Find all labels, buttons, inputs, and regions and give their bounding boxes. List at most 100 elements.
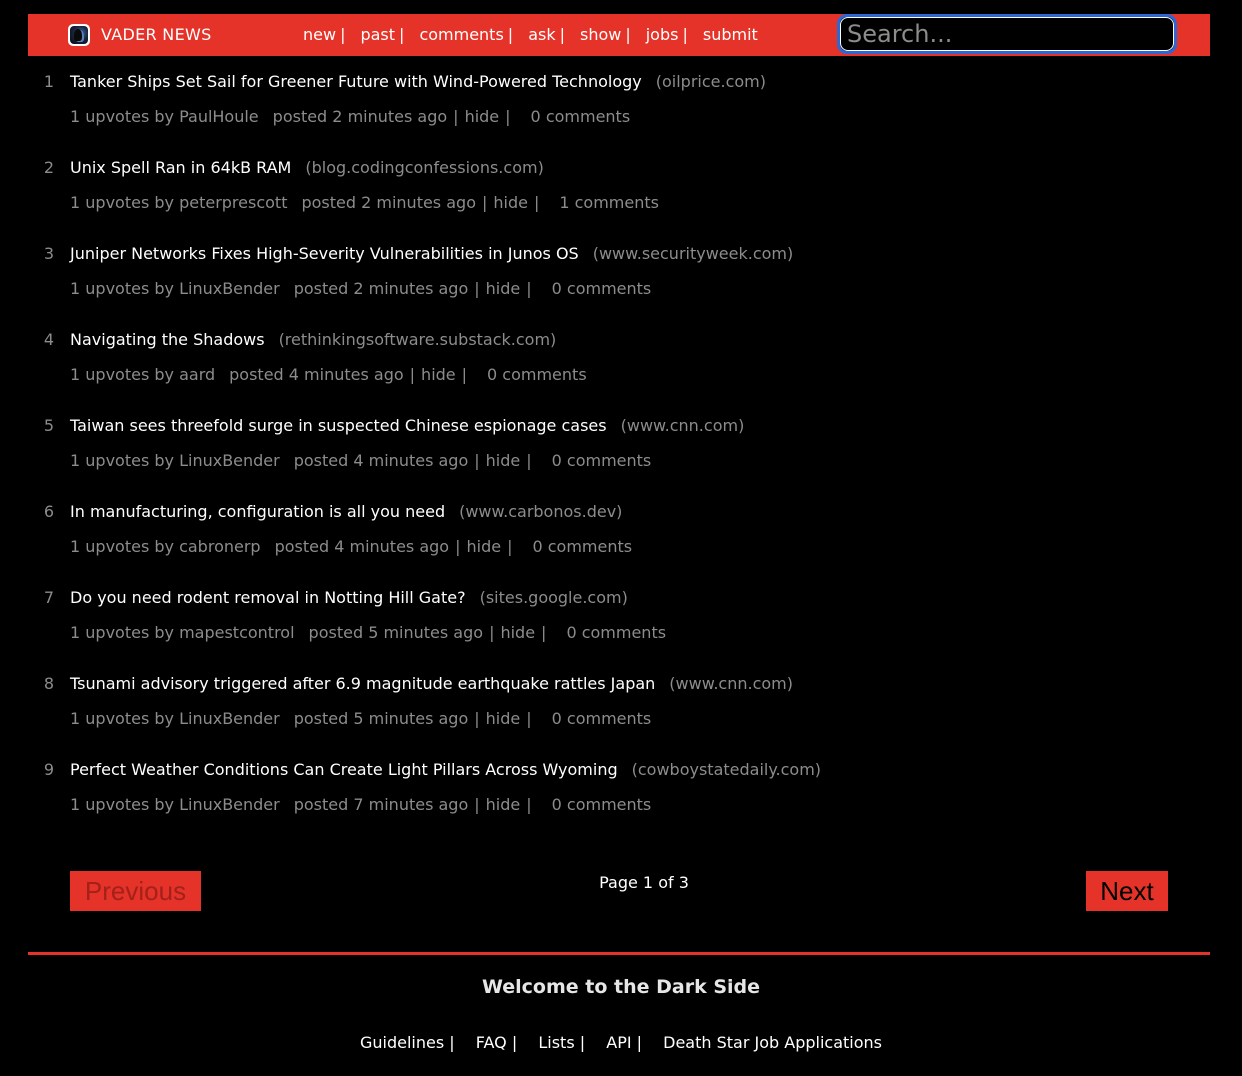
story-domain[interactable]: (blog.codingconfessions.com)	[305, 158, 543, 177]
story-author-link[interactable]: LinuxBender	[179, 795, 280, 814]
story-title-link[interactable]: Perfect Weather Conditions Can Create Li…	[70, 760, 618, 779]
comments-link[interactable]: 0 comments	[532, 537, 632, 556]
story-rank: 6	[43, 502, 54, 521]
upvote-count: 1 upvotes by	[70, 537, 174, 556]
posted-time: posted 2 minutes ago	[272, 107, 448, 126]
story-title-line: Do you need rodent removal in Notting Hi…	[70, 588, 628, 607]
meta-separator: |	[489, 623, 495, 642]
story-rank: 8	[43, 674, 54, 693]
comments-link[interactable]: 0 comments	[552, 451, 652, 470]
footer-separator: |	[636, 1033, 643, 1052]
hide-link[interactable]: hide	[486, 795, 521, 814]
nav-jobs[interactable]: jobs |	[646, 25, 688, 44]
story-item: 5 Taiwan sees threefold surge in suspect…	[28, 412, 1210, 498]
nav-submit[interactable]: submit	[703, 25, 758, 44]
hide-link[interactable]: hide	[500, 623, 535, 642]
story-meta: 1 upvotes by cabronerp posted 4 minutes a…	[70, 537, 632, 556]
footer-links: Guidelines | FAQ | Lists | API | Death S…	[0, 1033, 1242, 1052]
story-rank: 5	[43, 416, 54, 435]
meta-separator: |	[505, 107, 511, 126]
story-item: 2 Unix Spell Ran in 64kB RAM (blog.coding…	[28, 154, 1210, 240]
story-meta: 1 upvotes by mapestcontrol posted 5 minut…	[70, 623, 666, 642]
story-author-link[interactable]: PaulHoule	[179, 107, 259, 126]
hide-link[interactable]: hide	[493, 193, 528, 212]
search-input[interactable]	[840, 17, 1174, 51]
story-title-line: Taiwan sees threefold surge in suspected…	[70, 416, 744, 435]
story-item: 4 Navigating the Shadows (rethinkingsoftw…	[28, 326, 1210, 412]
story-rank: 4	[43, 330, 54, 349]
story-title-line: Unix Spell Ran in 64kB RAM (blog.codingco…	[70, 158, 544, 177]
story-domain[interactable]: (oilprice.com)	[656, 72, 766, 91]
footer-link-faq[interactable]: FAQ |	[476, 1033, 517, 1052]
site-title[interactable]: VADER NEWS	[101, 25, 212, 44]
nav-comments[interactable]: comments |	[419, 25, 513, 44]
nav-separator: |	[682, 25, 688, 44]
story-meta: 1 upvotes by PaulHoule posted 2 minutes a…	[70, 107, 630, 126]
story-author-link[interactable]: mapestcontrol	[179, 623, 294, 642]
footer-divider	[28, 952, 1210, 955]
story-meta: 1 upvotes by LinuxBender posted 4 minutes…	[70, 451, 651, 470]
vader-helmet-icon[interactable]	[68, 24, 90, 46]
hide-link[interactable]: hide	[421, 365, 456, 384]
next-button[interactable]: Next	[1086, 871, 1168, 911]
hide-link[interactable]: hide	[466, 537, 501, 556]
story-author-link[interactable]: peterprescott	[179, 193, 287, 212]
comments-link[interactable]: 0 comments	[552, 279, 652, 298]
comments-link[interactable]: 0 comments	[552, 709, 652, 728]
footer-separator: |	[579, 1033, 586, 1052]
story-author-link[interactable]: LinuxBender	[179, 451, 280, 470]
footer-link-guidelines[interactable]: Guidelines |	[360, 1033, 455, 1052]
upvote-count: 1 upvotes by	[70, 709, 174, 728]
comments-link[interactable]: 0 comments	[531, 107, 631, 126]
story-domain[interactable]: (www.securityweek.com)	[593, 244, 794, 263]
nav-separator: |	[625, 25, 631, 44]
story-domain[interactable]: (sites.google.com)	[480, 588, 628, 607]
story-domain[interactable]: (www.carbonos.dev)	[459, 502, 622, 521]
story-title-link[interactable]: Tanker Ships Set Sail for Greener Future…	[70, 72, 642, 91]
story-meta: 1 upvotes by LinuxBender posted 2 minutes…	[70, 279, 651, 298]
previous-button[interactable]: Previous	[70, 871, 201, 911]
meta-separator: |	[474, 709, 480, 728]
nav-separator: |	[340, 25, 346, 44]
hide-link[interactable]: hide	[486, 451, 521, 470]
upvote-count: 1 upvotes by	[70, 451, 174, 470]
story-title-link[interactable]: Taiwan sees threefold surge in suspected…	[70, 416, 607, 435]
footer-link-api[interactable]: API |	[606, 1033, 642, 1052]
footer-link-lists[interactable]: Lists |	[538, 1033, 585, 1052]
meta-separator: |	[474, 279, 480, 298]
story-author-link[interactable]: cabronerp	[179, 537, 261, 556]
meta-separator: |	[453, 107, 459, 126]
story-title-link[interactable]: Juniper Networks Fixes High-Severity Vul…	[70, 244, 579, 263]
hide-link[interactable]: hide	[486, 279, 521, 298]
story-author-link[interactable]: aard	[179, 365, 215, 384]
story-title-link[interactable]: Tsunami advisory triggered after 6.9 mag…	[70, 674, 655, 693]
posted-time: posted 5 minutes ago	[293, 709, 469, 728]
story-domain[interactable]: (rethinkingsoftware.substack.com)	[279, 330, 557, 349]
main-nav: new | past | comments | ask | show | jobs | su…	[303, 25, 773, 44]
comments-link[interactable]: 1 comments	[559, 193, 659, 212]
nav-show[interactable]: show |	[580, 25, 631, 44]
story-author-link[interactable]: LinuxBender	[179, 279, 280, 298]
nav-separator: |	[507, 25, 514, 44]
story-domain[interactable]: (www.cnn.com)	[669, 674, 793, 693]
footer-link-job-applications[interactable]: Death Star Job Applications	[663, 1033, 882, 1052]
story-title-link[interactable]: Unix Spell Ran in 64kB RAM	[70, 158, 291, 177]
upvote-count: 1 upvotes by	[70, 193, 174, 212]
posted-time: posted 4 minutes ago	[229, 365, 404, 384]
story-title-link[interactable]: In manufacturing, configuration is all y…	[70, 502, 445, 521]
story-title-link[interactable]: Do you need rodent removal in Notting Hi…	[70, 588, 466, 607]
nav-past[interactable]: past |	[360, 25, 404, 44]
story-rank: 3	[43, 244, 54, 263]
story-title-link[interactable]: Navigating the Shadows	[70, 330, 265, 349]
hide-link[interactable]: hide	[486, 709, 521, 728]
story-title-line: In manufacturing, configuration is all y…	[70, 502, 622, 521]
nav-ask[interactable]: ask |	[528, 25, 565, 44]
story-author-link[interactable]: LinuxBender	[179, 709, 280, 728]
story-domain[interactable]: (cowboystatedaily.com)	[632, 760, 821, 779]
story-domain[interactable]: (www.cnn.com)	[621, 416, 745, 435]
comments-link[interactable]: 0 comments	[566, 623, 666, 642]
nav-new[interactable]: new |	[303, 25, 345, 44]
comments-link[interactable]: 0 comments	[487, 365, 587, 384]
comments-link[interactable]: 0 comments	[552, 795, 652, 814]
hide-link[interactable]: hide	[465, 107, 500, 126]
